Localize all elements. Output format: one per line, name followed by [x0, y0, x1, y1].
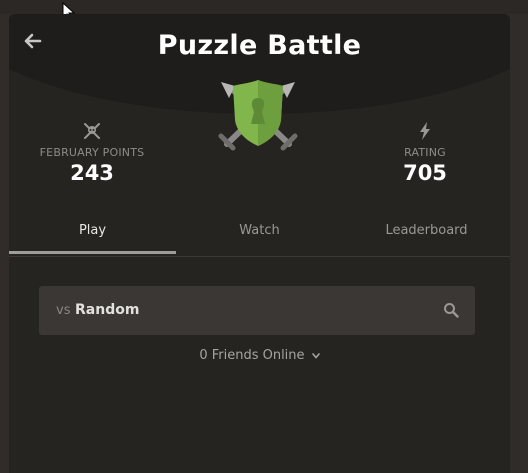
- window-top-strip: [0, 0, 528, 14]
- points-value: 243: [70, 161, 114, 185]
- page-title: Puzzle Battle: [157, 30, 362, 61]
- shield-crossed-swords-icon: [218, 80, 298, 151]
- search-icon[interactable]: [443, 302, 459, 318]
- vs-prefix: vs: [56, 303, 71, 318]
- rating-value: 705: [403, 161, 447, 185]
- tab-watch[interactable]: Watch: [176, 212, 343, 254]
- chevron-down-icon: [311, 352, 320, 359]
- puzzle-battle-panel: Puzzle Battle FEBRUARY POINTS 243 RATING…: [9, 14, 510, 473]
- february-points-stat: FEBRUARY POINTS 243: [37, 122, 147, 185]
- tab-leaderboard[interactable]: Leaderboard: [343, 212, 510, 254]
- friends-online-dropdown[interactable]: 0 Friends Online: [9, 348, 510, 363]
- lightning-bolt-icon: [420, 122, 430, 140]
- friends-online-label: 0 Friends Online: [199, 348, 305, 363]
- points-label: FEBRUARY POINTS: [39, 146, 145, 159]
- rating-stat: RATING 705: [375, 122, 475, 185]
- tab-play[interactable]: Play: [9, 212, 176, 254]
- rating-label: RATING: [404, 146, 446, 159]
- opponent-search-input[interactable]: vs Random: [39, 286, 475, 335]
- tab-bar: Play Watch Leaderboard: [9, 212, 510, 257]
- opponent-value: Random: [75, 302, 140, 318]
- crossed-swords-skull-icon: [84, 123, 100, 139]
